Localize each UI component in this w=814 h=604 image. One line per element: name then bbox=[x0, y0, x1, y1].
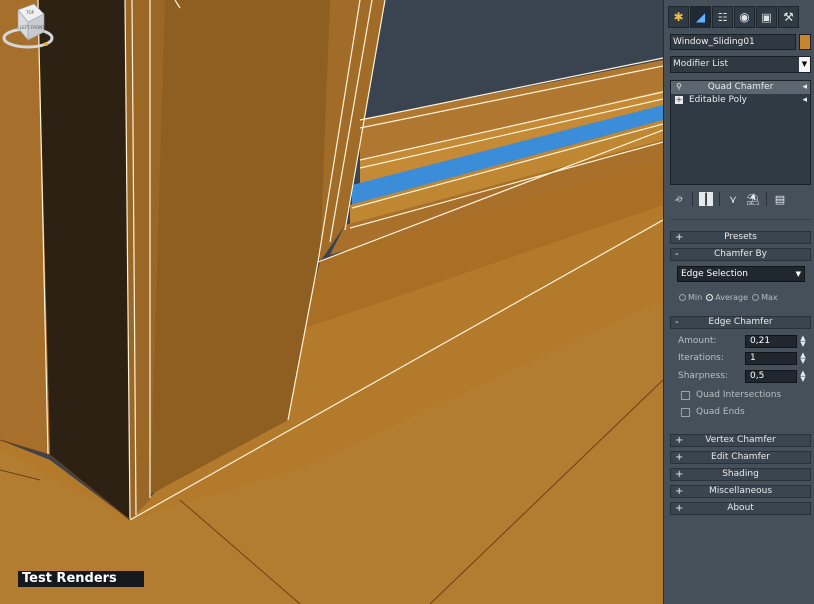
pin-stack-icon[interactable]: ⌮ bbox=[672, 192, 686, 206]
motion-tab-icon[interactable]: ◉ bbox=[734, 6, 755, 28]
viewport-perspective[interactable]: TOP LEFT FRONT Test Renders bbox=[0, 0, 663, 604]
expand-icon[interactable]: + bbox=[675, 96, 683, 104]
configure-sets-icon[interactable]: ▤ bbox=[773, 192, 787, 206]
object-name-field[interactable]: Window_Sliding01 bbox=[670, 34, 796, 50]
amount-field[interactable]: 0,21 bbox=[745, 335, 797, 348]
display-tab-icon[interactable]: ▣ bbox=[756, 6, 777, 28]
viewport-label: Test Renders bbox=[18, 571, 144, 587]
create-tab-icon[interactable]: ✱ bbox=[668, 6, 689, 28]
rollout-chamfer-by[interactable]: - Chamfer By bbox=[670, 248, 811, 261]
modifier-stack[interactable]: ⚲ Quad Chamfer ◂ + Editable Poly ◂ bbox=[670, 80, 811, 185]
rollout-label: Edge Chamfer bbox=[708, 317, 773, 327]
rollout-label: Shading bbox=[722, 469, 759, 479]
chamfer-by-dropdown[interactable]: Edge Selection ▼ bbox=[677, 266, 805, 282]
radio-max[interactable]: Max bbox=[752, 293, 778, 302]
command-panel-tabs: ✱ ◢ ☷ ◉ ▣ ⚒ bbox=[668, 6, 799, 30]
viewcube-face-left: LEFT bbox=[20, 25, 30, 30]
quad-ends-checkbox[interactable]: Quad Ends bbox=[681, 407, 809, 419]
plus-icon: + bbox=[675, 503, 684, 514]
modifier-list-label: Modifier List bbox=[673, 59, 728, 69]
hierarchy-tab-icon[interactable]: ☷ bbox=[712, 6, 733, 28]
plus-icon: + bbox=[675, 435, 684, 446]
viewcube-face-front: FRONT bbox=[31, 25, 45, 30]
iterations-param: Iterations: 1 ▲ ▼ bbox=[678, 352, 810, 365]
rollout-label: Vertex Chamfer bbox=[705, 435, 776, 445]
chevron-down-icon: ▼ bbox=[799, 57, 810, 72]
rollout-label: Edit Chamfer bbox=[711, 452, 770, 462]
spinner-icon[interactable]: ▲ ▼ bbox=[799, 370, 807, 383]
stack-item-quad-chamfer[interactable]: ⚲ Quad Chamfer ◂ bbox=[671, 81, 810, 94]
plus-icon: + bbox=[675, 486, 684, 497]
radio-min[interactable]: Min bbox=[679, 293, 702, 302]
chamfer-by-value: Edge Selection bbox=[681, 269, 748, 279]
modify-tab-icon[interactable]: ◢ bbox=[690, 6, 711, 28]
plus-icon: + bbox=[675, 469, 684, 480]
stack-item-editable-poly[interactable]: + Editable Poly ◂ bbox=[671, 94, 810, 107]
iterations-field[interactable]: 1 bbox=[745, 352, 797, 365]
rollout-label: About bbox=[727, 503, 754, 513]
amount-label: Amount: bbox=[678, 336, 717, 346]
pin-flag-icon: ◂ bbox=[802, 95, 807, 105]
rollout-miscellaneous[interactable]: + Miscellaneous bbox=[670, 485, 811, 498]
minus-icon: - bbox=[675, 317, 679, 328]
stack-toolbar: ⌮ ┃ ⋎ ⛱ ▤ bbox=[672, 190, 811, 208]
rollout-edge-chamfer[interactable]: - Edge Chamfer bbox=[670, 316, 811, 329]
spinner-icon[interactable]: ▲ ▼ bbox=[799, 335, 807, 348]
rollout-about[interactable]: + About bbox=[670, 502, 811, 515]
plus-icon: + bbox=[675, 232, 684, 243]
rollout-label: Chamfer By bbox=[713, 249, 768, 259]
iterations-label: Iterations: bbox=[678, 353, 724, 363]
show-end-result-icon[interactable]: ┃ bbox=[699, 192, 713, 206]
chamfer-by-radio-group: Min Average Max bbox=[679, 291, 809, 303]
plus-icon: + bbox=[675, 452, 684, 463]
viewcube-icon[interactable]: TOP LEFT FRONT bbox=[0, 0, 56, 56]
pin-flag-icon: ◂ bbox=[802, 82, 807, 92]
rollout-edit-chamfer[interactable]: + Edit Chamfer bbox=[670, 451, 811, 464]
modifier-list-dropdown[interactable]: Modifier List ▼ bbox=[670, 56, 811, 73]
sharpness-param: Sharpness: 0,5 ▲ ▼ bbox=[678, 370, 810, 383]
chevron-down-icon: ▼ bbox=[795, 270, 801, 278]
amount-param: Amount: 0,21 ▲ ▼ bbox=[678, 335, 810, 348]
minus-icon: - bbox=[675, 249, 679, 260]
object-color-swatch[interactable] bbox=[799, 34, 811, 50]
rollout-label: Presets bbox=[724, 232, 757, 242]
rollout-presets[interactable]: + Presets bbox=[670, 231, 811, 244]
remove-modifier-icon[interactable]: ⛱ bbox=[746, 192, 760, 206]
quad-intersections-checkbox[interactable]: Quad Intersections bbox=[681, 390, 809, 402]
rollout-vertex-chamfer[interactable]: + Vertex Chamfer bbox=[670, 434, 811, 447]
make-unique-icon[interactable]: ⋎ bbox=[726, 192, 740, 206]
radio-average[interactable]: Average bbox=[706, 293, 748, 302]
stack-item-label: Quad Chamfer bbox=[707, 82, 774, 92]
viewcube-face-top: TOP bbox=[25, 10, 35, 15]
sharpness-field[interactable]: 0,5 bbox=[745, 370, 797, 383]
stack-item-label: Editable Poly bbox=[689, 95, 747, 105]
scene-render bbox=[0, 0, 663, 604]
command-panel: ✱ ◢ ☷ ◉ ▣ ⚒ Window_Sliding01 Modifier Li… bbox=[663, 0, 814, 604]
rollout-shading[interactable]: + Shading bbox=[670, 468, 811, 481]
utilities-tab-icon[interactable]: ⚒ bbox=[778, 6, 799, 28]
spinner-icon[interactable]: ▲ ▼ bbox=[799, 352, 807, 365]
rollout-label: Miscellaneous bbox=[708, 486, 773, 496]
sharpness-label: Sharpness: bbox=[678, 371, 728, 381]
